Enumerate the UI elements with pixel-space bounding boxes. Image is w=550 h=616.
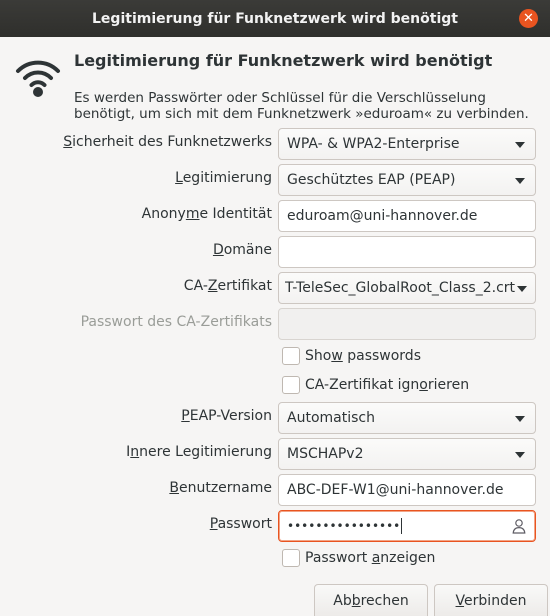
text-caret [401, 518, 403, 534]
checkbox-box[interactable] [282, 347, 300, 365]
password-input[interactable]: •••••••••••••••• [278, 510, 536, 542]
peap-version-label: PEAP-Version [181, 408, 272, 424]
security-label: Sicherheit des Funknetzwerks [63, 134, 272, 150]
authentication-label: Legitimierung [175, 170, 272, 186]
username-input[interactable]: ABC-DEF-W1@uni-hannover.de [278, 474, 536, 506]
authentication-value: Geschütztes EAP (PEAP) [287, 172, 456, 188]
security-value: WPA- & WPA2-Enterprise [287, 136, 460, 152]
checkbox-box[interactable] [282, 376, 300, 394]
cancel-button[interactable]: Abbrechen [314, 584, 428, 616]
password-value: •••••••••••••••• [287, 519, 401, 533]
show-password-checkbox[interactable]: Passwort anzeigen [282, 549, 435, 567]
dialog-heading: Legitimierung für Funknetzwerk wird benö… [74, 51, 493, 70]
inner-auth-label: Innere Legitimierung [126, 444, 272, 460]
dialog-message: Es werden Passwörter oder Schlüssel für … [74, 90, 544, 122]
ca-certificate-label: CA-Zertifikat [183, 278, 272, 294]
security-combo[interactable]: WPA- & WPA2-Enterprise [278, 128, 536, 160]
ca-certificate-chooser[interactable]: T-TeleSec_GlobalRoot_Class_2.crt [278, 272, 536, 304]
connect-button-label: Verbinden [455, 592, 527, 609]
anonymous-identity-input[interactable]: eduroam@uni-hannover.de [278, 200, 536, 232]
person-icon[interactable] [511, 518, 527, 534]
domain-label: Domäne [212, 242, 272, 258]
ca-password-label: Passwort des CA-Zertifikats [80, 314, 272, 330]
ca-certificate-value: T-TeleSec_GlobalRoot_Class_2.crt [285, 280, 515, 296]
show-passwords-label: Show passwords [305, 348, 421, 364]
password-label: Passwort [209, 516, 272, 532]
close-icon: ✕ [523, 11, 534, 26]
username-label: Benutzername [169, 480, 272, 496]
wifi-icon [16, 60, 60, 97]
ca-password-input [278, 308, 536, 340]
chevron-down-icon [515, 178, 525, 184]
chevron-down-icon [515, 452, 525, 458]
dialog-message-line2: benötigt, um sich mit dem Funknetzwerk »… [74, 106, 529, 122]
peap-version-combo[interactable]: Automatisch [278, 402, 536, 434]
show-passwords-checkbox[interactable]: Show passwords [282, 347, 421, 365]
window-titlebar: Legitimierung für Funknetzwerk wird benö… [0, 0, 550, 37]
chevron-down-icon [515, 142, 525, 148]
inner-auth-combo[interactable]: MSCHAPv2 [278, 438, 536, 470]
username-value: ABC-DEF-W1@uni-hannover.de [287, 482, 504, 498]
ignore-ca-label: CA-Zertifikat ignorieren [305, 377, 470, 393]
anonymous-identity-value: eduroam@uni-hannover.de [287, 208, 478, 224]
domain-input[interactable] [278, 236, 536, 268]
chevron-down-icon [517, 286, 527, 292]
close-button[interactable]: ✕ [519, 9, 538, 28]
show-password-label: Passwort anzeigen [305, 550, 436, 566]
window-title: Legitimierung für Funknetzwerk wird benö… [92, 10, 458, 27]
inner-auth-value: MSCHAPv2 [287, 446, 364, 462]
ignore-ca-checkbox[interactable]: CA-Zertifikat ignorieren [282, 376, 469, 394]
cancel-button-label: Abbrechen [333, 592, 409, 609]
chevron-down-icon [515, 416, 525, 422]
peap-version-value: Automatisch [287, 410, 375, 426]
checkbox-box[interactable] [282, 549, 300, 567]
connect-button[interactable]: Verbinden [434, 584, 548, 616]
dialog-message-line1: Es werden Passwörter oder Schlüssel für … [74, 90, 486, 106]
authentication-combo[interactable]: Geschütztes EAP (PEAP) [278, 164, 536, 196]
anonymous-identity-label: Anonyme Identität [141, 206, 272, 222]
